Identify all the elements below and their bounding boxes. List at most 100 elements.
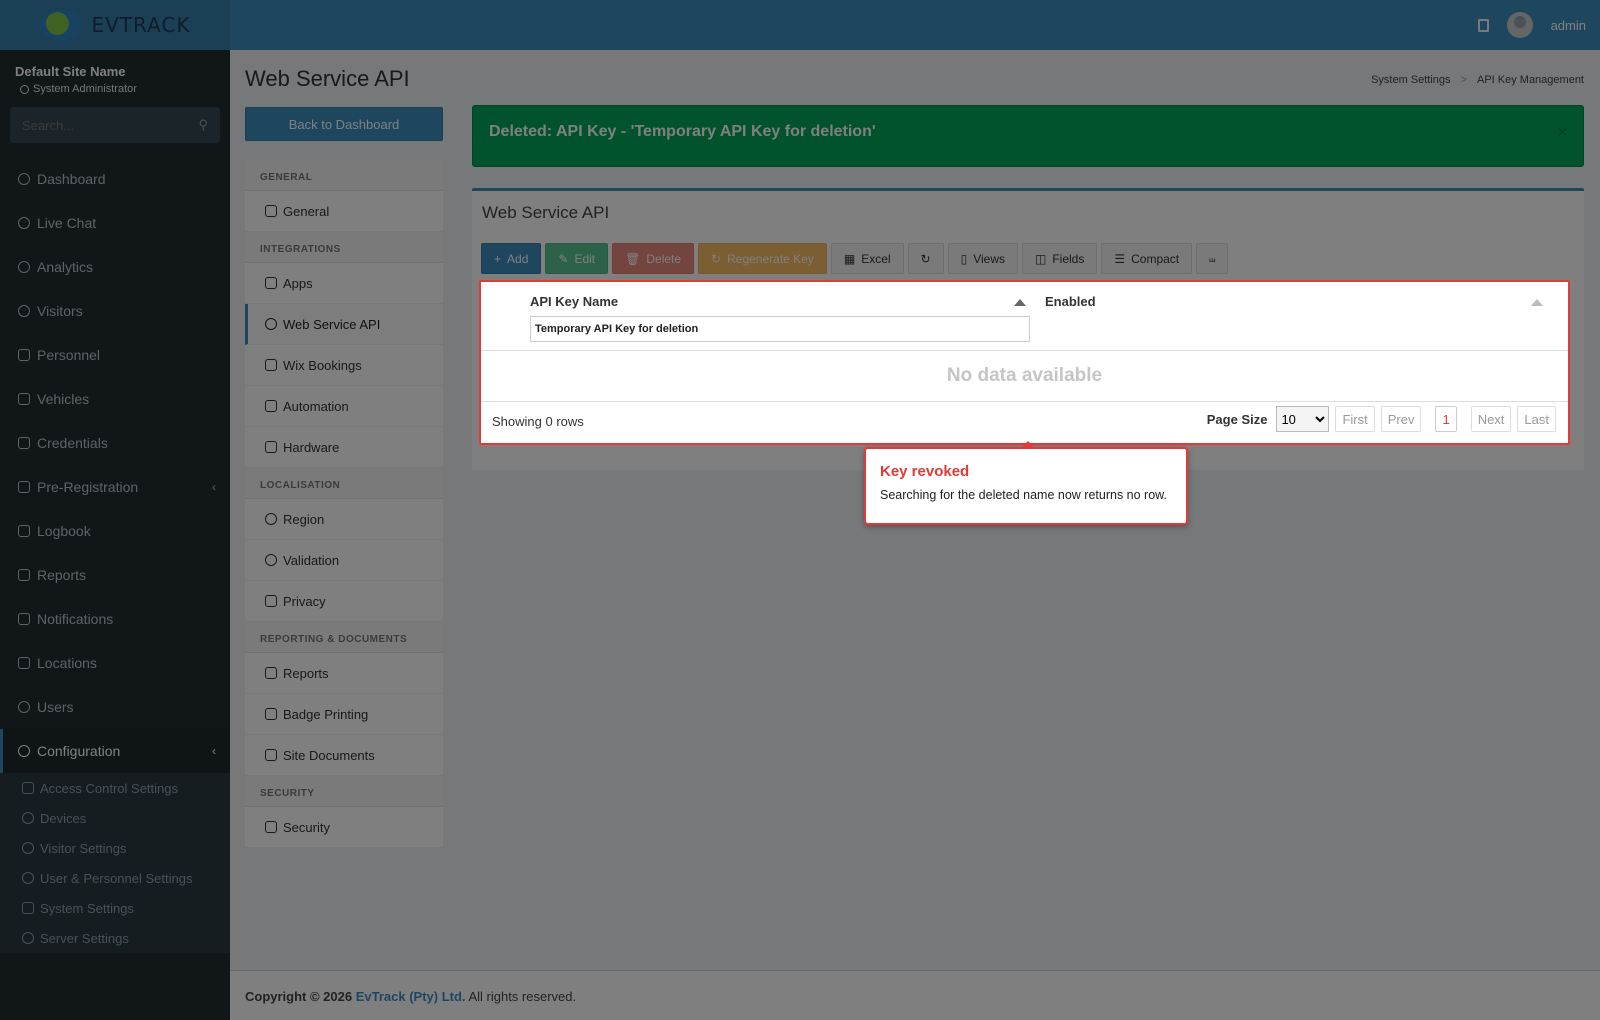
first-page-button[interactable]: First xyxy=(1335,406,1375,432)
logo-text: EVTRACK xyxy=(91,13,191,37)
regenerate-key-button[interactable]: ↻ Regenerate Key xyxy=(698,243,827,274)
settings-item-site-documents[interactable]: Site Documents xyxy=(245,735,443,776)
settings-item-hardware[interactable]: Hardware xyxy=(245,427,443,468)
sidebar-item-locations[interactable]: Locations xyxy=(0,641,230,685)
api-key-name-filter-input[interactable] xyxy=(530,316,1030,342)
site-name: Default Site Name xyxy=(15,64,126,79)
chevron-left-icon: ‹ xyxy=(212,480,216,494)
document-icon[interactable] xyxy=(1477,18,1489,32)
callout-text: Searching for the deleted name now retur… xyxy=(880,488,1167,502)
success-alert: Deleted: API Key - 'Temporary API Key fo… xyxy=(472,105,1584,167)
breadcrumb-system-settings[interactable]: System Settings xyxy=(1371,74,1450,86)
submenu-system-settings[interactable]: System Settings xyxy=(0,893,230,923)
settings-item-region[interactable]: Region xyxy=(245,499,443,540)
lightning-icon xyxy=(265,400,277,412)
settings-item-privacy[interactable]: Privacy xyxy=(245,581,443,622)
sidebar-item-reports[interactable]: Reports xyxy=(0,553,230,597)
settings-item-web-service-api[interactable]: Web Service API xyxy=(245,304,443,345)
close-icon[interactable]: × xyxy=(1558,124,1567,142)
chat-icon xyxy=(18,613,30,625)
section-header-reporting-documents: REPORTING & DOCUMENTS xyxy=(245,622,443,653)
submenu-access-control-settings[interactable]: Access Control Settings xyxy=(0,773,230,803)
filter-clear-icon: ⧢ xyxy=(1209,251,1216,265)
server-icon xyxy=(22,932,34,944)
submenu-server-settings[interactable]: Server Settings xyxy=(0,923,230,953)
grid-toolbar: + Add ✎ Edit 🗑 Delete ↻ Regenerate Key ▦ Exce… xyxy=(481,243,1229,274)
avatar[interactable] xyxy=(1506,12,1533,38)
compact-button[interactable]: ☰ Compact xyxy=(1101,243,1193,274)
grid-divider xyxy=(481,350,1568,351)
no-data-message: No data available xyxy=(946,365,1103,386)
prev-page-button[interactable]: Prev xyxy=(1380,406,1422,432)
refresh-button[interactable]: ↻ xyxy=(907,243,944,274)
search-input[interactable] xyxy=(22,117,182,133)
submenu-visitor-settings[interactable]: Visitor Settings xyxy=(0,833,230,863)
views-button[interactable]: ▯ Views xyxy=(947,243,1018,274)
trash-icon: 🗑 xyxy=(625,251,641,266)
copyright-suffix: All rights reserved. xyxy=(468,989,577,1004)
sidebar-item-live-chat[interactable]: Live Chat xyxy=(0,201,230,245)
edit-button[interactable]: ✎ Edit xyxy=(545,243,609,274)
delete-button[interactable]: 🗑 Delete xyxy=(612,243,695,274)
search-icon[interactable]: ⚲ xyxy=(198,117,208,133)
api-keys-grid-highlight: API Key Name Enabled No data available S… xyxy=(479,280,1570,445)
footer: Copyright © 2026 EvTrack (Pty) Ltd. All … xyxy=(230,970,1600,1020)
page-size-select[interactable]: 10 xyxy=(1276,406,1330,432)
settings-item-automation[interactable]: Automation xyxy=(245,386,443,427)
submenu-user-personnel-settings[interactable]: User & Personnel Settings xyxy=(0,863,230,893)
excel-button[interactable]: ▦ Excel xyxy=(830,243,904,274)
section-header-general: GENERAL xyxy=(245,160,443,191)
sort-asc-icon[interactable] xyxy=(1014,299,1026,306)
pager: Page Size 10 First Prev 1 Next Last xyxy=(1207,406,1556,432)
back-to-dashboard-button[interactable]: Back to Dashboard xyxy=(245,107,443,141)
settings-item-security[interactable]: Security xyxy=(245,807,443,848)
column-header-api-key-name[interactable]: API Key Name xyxy=(530,294,618,309)
sidebar-item-label: Analytics xyxy=(37,259,94,275)
current-page-button[interactable]: 1 xyxy=(1435,406,1457,432)
submenu-devices[interactable]: Devices xyxy=(0,803,230,833)
list-icon xyxy=(265,205,277,217)
map-icon xyxy=(18,657,30,669)
users-icon xyxy=(22,872,34,884)
section-header-security: SECURITY xyxy=(245,776,443,807)
settings-item-apps[interactable]: Apps xyxy=(245,263,443,304)
sidebar-item-dashboard[interactable]: Dashboard xyxy=(0,157,230,201)
sidebar-item-users[interactable]: Users xyxy=(0,685,230,729)
settings-item-reports[interactable]: Reports xyxy=(245,653,443,694)
sidebar-item-pre-registration[interactable]: Pre-Registration ‹ xyxy=(0,465,230,509)
sidebar-item-vehicles[interactable]: Vehicles xyxy=(0,377,230,421)
edit-label: Edit xyxy=(574,251,596,266)
sort-asc-icon[interactable] xyxy=(1531,299,1543,306)
sidebar-item-logbook[interactable]: Logbook xyxy=(0,509,230,553)
top-navbar: EVTRACK admin xyxy=(0,0,1600,50)
bookmark-icon: ▯ xyxy=(960,251,968,266)
lock-icon xyxy=(265,821,277,833)
user-name[interactable]: admin xyxy=(1551,18,1586,33)
settings-item-badge-printing[interactable]: Badge Printing xyxy=(245,694,443,735)
settings-item-label: Hardware xyxy=(283,439,340,455)
columns-icon: ◫ xyxy=(1035,251,1047,266)
sidebar-item-visitors[interactable]: Visitors xyxy=(0,289,230,333)
sidebar-item-configuration[interactable]: Configuration ‹ xyxy=(0,729,230,773)
sidebar-item-personnel[interactable]: Personnel xyxy=(0,333,230,377)
fields-button[interactable]: ◫ Fields xyxy=(1022,243,1098,274)
next-page-button[interactable]: Next xyxy=(1470,406,1512,432)
shield-icon xyxy=(265,595,277,607)
settings-item-general[interactable]: General xyxy=(245,191,443,232)
column-header-enabled[interactable]: Enabled xyxy=(1045,294,1096,309)
views-label: Views xyxy=(973,251,1005,266)
settings-item-validation[interactable]: Validation xyxy=(245,540,443,581)
last-page-button[interactable]: Last xyxy=(1517,406,1556,432)
add-button[interactable]: + Add xyxy=(481,243,542,274)
logo[interactable]: EVTRACK xyxy=(0,0,230,50)
sidebar-item-credentials[interactable]: Credentials xyxy=(0,421,230,465)
clear-filter-button[interactable]: ⧢ xyxy=(1196,243,1229,274)
sidebar-search[interactable]: ⚲ xyxy=(10,107,220,143)
sidebar-item-notifications[interactable]: Notifications xyxy=(0,597,230,641)
settings-item-wix-bookings[interactable]: Wix Bookings xyxy=(245,345,443,386)
user-role: System Administrator xyxy=(0,83,230,95)
company-link[interactable]: EvTrack (Pty) Ltd. xyxy=(356,989,466,1004)
table-icon: ▦ xyxy=(843,251,856,266)
settings-item-label: Web Service API xyxy=(283,316,381,332)
sidebar-item-analytics[interactable]: Analytics xyxy=(0,245,230,289)
